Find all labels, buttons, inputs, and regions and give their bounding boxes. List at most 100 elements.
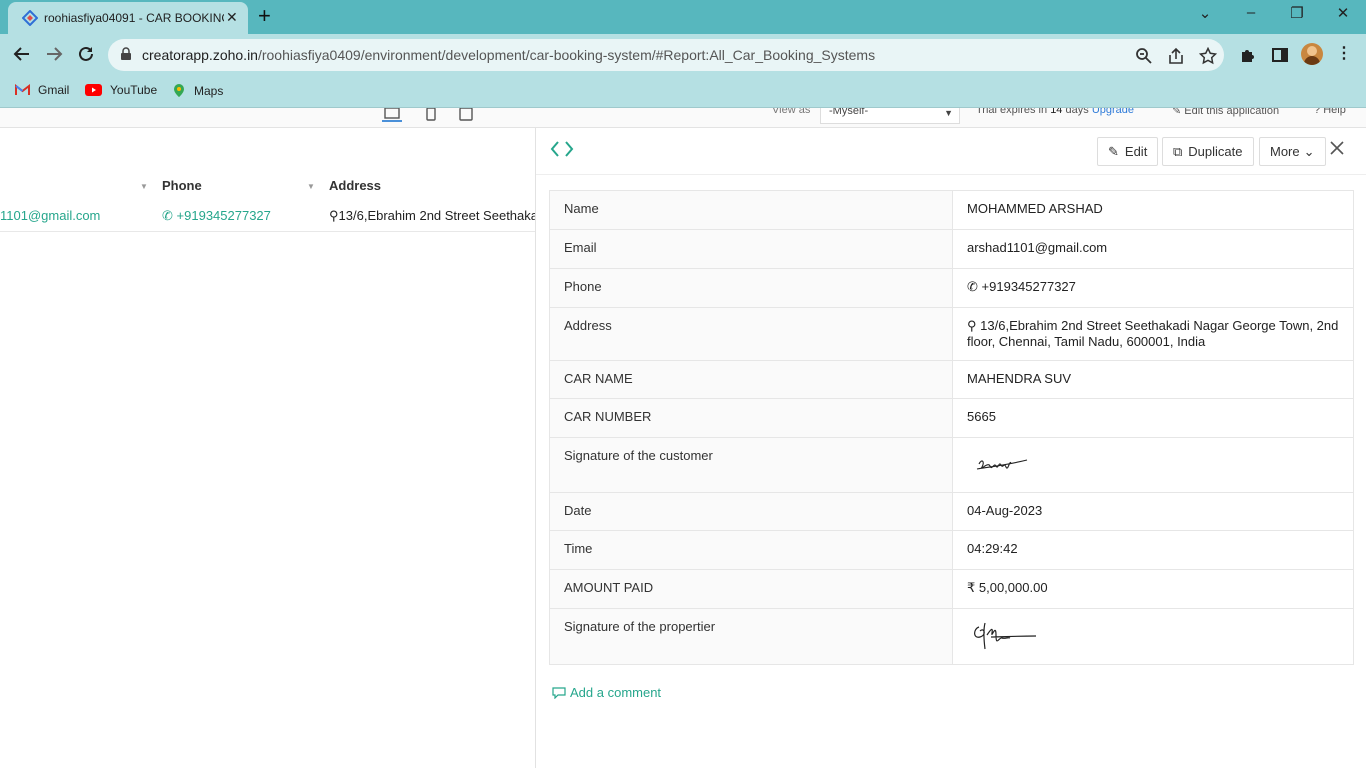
reload-button[interactable]	[74, 42, 98, 66]
bookmark-youtube[interactable]: YouTube	[85, 83, 157, 97]
field-label: Time	[549, 530, 953, 570]
field-row-car-name: CAR NAME MAHENDRA SUV	[549, 360, 1354, 399]
address-bar[interactable]: creatorapp.zoho.in/roohiasfiya0409/envir…	[108, 39, 1224, 71]
field-label: AMOUNT PAID	[549, 569, 953, 609]
bookmark-maps[interactable]: Maps	[172, 83, 223, 98]
tab-search-icon[interactable]: ⌄	[1193, 4, 1217, 22]
field-label: Email	[549, 229, 953, 269]
duplicate-button[interactable]: ⧉ Duplicate	[1162, 137, 1254, 166]
upgrade-link[interactable]: Upgrade	[1092, 108, 1134, 116]
field-value: 04-Aug-2023	[952, 492, 1354, 531]
record-fields-table: Name MOHAMMED ARSHAD Email arshad1101@gmai…	[549, 190, 1354, 665]
column-header-address[interactable]: Address	[329, 178, 381, 193]
duplicate-icon: ⧉	[1173, 143, 1183, 159]
add-comment-link[interactable]: Add a comment	[552, 685, 661, 700]
column-header-phone[interactable]: Phone	[162, 178, 202, 193]
sort-caret-icon[interactable]: ▼	[140, 182, 148, 191]
sort-caret-icon[interactable]: ▼	[307, 182, 315, 191]
trial-notice: Trial expires in 14 days Upgrade	[976, 108, 1134, 116]
bookmarks-bar: Gmail YouTube Maps	[0, 76, 1366, 108]
comment-icon	[552, 686, 566, 699]
side-panel-icon[interactable]	[1271, 46, 1289, 64]
tablet-view-icon[interactable]	[455, 108, 477, 124]
field-label: Address	[549, 307, 953, 361]
pencil-icon: ✎	[1172, 108, 1182, 117]
field-row-time: Time 04:29:42	[549, 530, 1354, 570]
field-label: CAR NAME	[549, 360, 953, 399]
field-row-customer-signature: Signature of the customer	[549, 437, 1354, 493]
app-top-strip: View as -Myself- ▼ Trial expires in 14 da…	[0, 108, 1366, 128]
field-label: Phone	[549, 268, 953, 308]
url-text: creatorapp.zoho.in/roohiasfiya0409/envir…	[142, 47, 876, 63]
reload-icon	[79, 46, 93, 61]
help-icon: ?	[1314, 108, 1321, 116]
window-close-button[interactable]: ✕	[1331, 4, 1355, 22]
back-button[interactable]	[10, 42, 34, 66]
field-row-car-number: CAR NUMBER 5665	[549, 398, 1354, 438]
pencil-icon: ✎	[1108, 143, 1119, 159]
help-link[interactable]: ? Help	[1314, 108, 1346, 116]
restore-button[interactable]: ❐	[1285, 4, 1309, 22]
field-row-amount-paid: AMOUNT PAID ₹ 5,00,000.00	[549, 569, 1354, 609]
chevron-down-icon: ⌄	[1303, 143, 1315, 159]
mobile-view-icon[interactable]	[420, 108, 442, 124]
browser-tab[interactable]: roohiasfiya04091 - CAR BOOKING ✕	[8, 2, 248, 34]
gmail-icon	[15, 84, 30, 95]
phone-icon: ✆	[967, 279, 978, 294]
close-icon[interactable]	[1330, 141, 1344, 155]
view-as-label: View as	[772, 108, 811, 116]
zoho-creator-icon	[22, 10, 38, 26]
more-button[interactable]: More ⌄	[1259, 137, 1326, 166]
map-pin-icon: ⚲	[967, 318, 977, 333]
field-label: Signature of the propertier	[549, 608, 953, 665]
record-detail-panel: ✎ Edit ⧉ Duplicate More ⌄ Name MOHAMMED ARSH…	[535, 128, 1366, 768]
edit-application-link[interactable]: ✎ Edit this application	[1172, 108, 1279, 117]
row-email[interactable]: 1101@gmail.com	[0, 208, 100, 223]
phone-link[interactable]: ✆ +919345277327	[952, 268, 1354, 308]
youtube-icon	[85, 84, 102, 96]
phone-icon: ✆	[162, 208, 173, 223]
customer-signature-image	[976, 459, 1028, 470]
browser-toolbar: creatorapp.zoho.in/roohiasfiya0409/envir…	[0, 34, 1366, 76]
field-label: Date	[549, 492, 953, 531]
bookmark-gmail[interactable]: Gmail	[15, 83, 69, 97]
field-value: ₹ 5,00,000.00	[952, 569, 1354, 609]
tab-close-icon[interactable]: ✕	[226, 9, 238, 26]
panel-header: ✎ Edit ⧉ Duplicate More ⌄	[536, 128, 1366, 175]
maps-icon	[174, 84, 184, 97]
field-row-date: Date 04-Aug-2023	[549, 492, 1354, 531]
field-row-email: Email arshad1101@gmail.com	[549, 229, 1354, 269]
new-tab-button[interactable]: +	[258, 4, 271, 28]
back-arrow-icon	[13, 47, 29, 61]
forward-button[interactable]	[42, 42, 66, 66]
extensions-icon[interactable]	[1239, 46, 1257, 64]
browser-tab-bar: roohiasfiya04091 - CAR BOOKING ✕ + ⌄ – ❐…	[0, 0, 1366, 34]
field-value: 04:29:42	[952, 530, 1354, 570]
bookmark-star-icon[interactable]	[1199, 47, 1217, 65]
row-phone[interactable]: ✆ +919345277327	[162, 208, 271, 224]
profile-avatar[interactable]	[1301, 43, 1323, 65]
share-icon[interactable]	[1167, 47, 1185, 65]
minimize-button[interactable]: –	[1239, 4, 1263, 21]
zoom-icon[interactable]	[1135, 47, 1153, 65]
field-label: CAR NUMBER	[549, 398, 953, 438]
field-label: Signature of the customer	[549, 437, 953, 493]
browser-menu-icon[interactable]: ⋮	[1336, 43, 1352, 63]
report-header-row: ▼ Phone ▼ Address	[0, 178, 535, 202]
field-row-name: Name MOHAMMED ARSHAD	[549, 190, 1354, 230]
edit-button[interactable]: ✎ Edit	[1097, 137, 1159, 166]
field-value: MAHENDRA SUV	[952, 360, 1354, 399]
field-value: ⚲ 13/6,Ebrahim 2nd Street Seethakadi Nag…	[952, 307, 1354, 361]
propertier-signature-image	[974, 622, 1037, 650]
view-as-select[interactable]: -Myself- ▼	[820, 108, 960, 124]
field-row-address: Address ⚲ 13/6,Ebrahim 2nd Street Seethak…	[549, 307, 1354, 361]
email-link[interactable]: arshad1101@gmail.com	[952, 229, 1354, 269]
code-icon[interactable]	[550, 140, 574, 158]
desktop-view-icon[interactable]	[381, 108, 403, 124]
row-address: ⚲13/6,Ebrahim 2nd Street Seethakadi Naga…	[329, 208, 535, 223]
field-row-phone: Phone ✆ +919345277327	[549, 268, 1354, 308]
forward-arrow-icon	[47, 47, 63, 61]
map-pin-icon: ⚲	[329, 208, 339, 223]
field-value: MOHAMMED ARSHAD	[952, 190, 1354, 230]
table-row[interactable]: 1101@gmail.com ✆ +919345277327 ⚲13/6,Ebr…	[0, 202, 535, 232]
